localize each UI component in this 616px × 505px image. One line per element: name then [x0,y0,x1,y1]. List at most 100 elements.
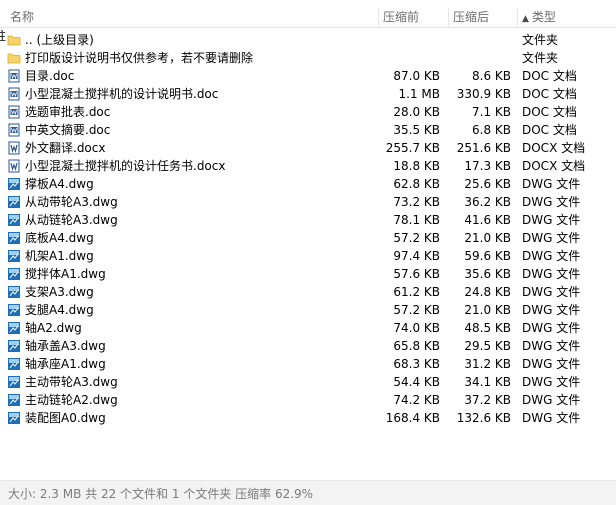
file-packed-size: 54.4 KB [393,375,440,389]
file-name: 机架A1.dwg [25,249,94,263]
file-row[interactable]: 主动带轮A3.dwg 54.4 KB 34.1 KB DWG 文件 [0,373,616,391]
file-name: 小型混凝土搅拌机的设计说明书.doc [25,87,219,101]
file-packed-size: 61.2 KB [393,285,440,299]
file-name: 搅拌体A1.dwg [25,267,106,281]
file-row[interactable]: .. (上级目录) 文件夹 [0,31,616,49]
file-packed-size: 68.3 KB [393,357,440,371]
file-packed-size: 57.2 KB [393,303,440,317]
file-name: 小型混凝土搅拌机的设计任务书.docx [25,159,226,173]
column-header-bar: 名称 压缩前 压缩后 ▲ 类型 [0,8,616,28]
doc-icon [7,87,21,101]
dwg-icon [7,321,21,335]
file-row[interactable]: 打印版设计说明书仅供参考，若不要请删除 文件夹 [0,49,616,67]
file-type: DWG 文件 [522,249,581,263]
file-row[interactable]: 外文翻译.docx 255.7 KB 251.6 KB DOCX 文档 [0,139,616,157]
file-name: 轴A2.dwg [25,321,82,335]
column-header-type[interactable]: ▲ 类型 [517,8,616,27]
file-name: 从动链轮A3.dwg [25,213,118,227]
file-row[interactable]: 轴承座A1.dwg 68.3 KB 31.2 KB DWG 文件 [0,355,616,373]
file-row[interactable]: 选题审批表.doc 28.0 KB 7.1 KB DOC 文档 [0,103,616,121]
file-row[interactable]: 撑板A4.dwg 62.8 KB 25.6 KB DWG 文件 [0,175,616,193]
sort-ascending-icon: ▲ [522,14,529,24]
file-packed-size: 18.8 KB [393,159,440,173]
file-packed-size: 78.1 KB [393,213,440,227]
file-type: DOCX 文档 [522,159,586,173]
file-original-size: 59.6 KB [464,249,511,263]
doc-icon [7,123,21,137]
file-name: 打印版设计说明书仅供参考，若不要请删除 [25,51,254,65]
column-header-original[interactable]: 压缩后 [448,8,517,27]
status-text: 大小: 2.3 MB 共 22 个文件和 1 个文件夹 压缩率 62.9% [8,487,314,501]
file-packed-size: 87.0 KB [393,69,440,83]
file-name: 装配图A0.dwg [25,411,106,425]
file-row[interactable]: 支架A3.dwg 61.2 KB 24.8 KB DWG 文件 [0,283,616,301]
file-packed-size: 57.2 KB [393,231,440,245]
dwg-icon [7,195,21,209]
file-type: 文件夹 [522,51,559,65]
file-name: 主动带轮A3.dwg [25,375,118,389]
file-row[interactable]: 主动链轮A2.dwg 74.2 KB 37.2 KB DWG 文件 [0,391,616,409]
file-row[interactable]: 搅拌体A1.dwg 57.6 KB 35.6 KB DWG 文件 [0,265,616,283]
file-type: DOC 文档 [522,105,577,119]
file-name: 中英文摘要.doc [25,123,111,137]
file-list: .. (上级目录) 文件夹 打印版设计说明书仅供参考，若不要请删除 文件夹 目录.doc… [0,31,616,427]
file-type: DWG 文件 [522,411,581,425]
file-name: 支架A3.dwg [25,285,94,299]
file-row[interactable]: 轴A2.dwg 74.0 KB 48.5 KB DWG 文件 [0,319,616,337]
file-original-size: 21.0 KB [464,303,511,317]
file-row[interactable]: 中英文摘要.doc 35.5 KB 6.8 KB DOC 文档 [0,121,616,139]
file-type: DWG 文件 [522,285,581,299]
file-packed-size: 1.1 MB [398,87,440,101]
dwg-icon [7,411,21,425]
dwg-icon [7,375,21,389]
file-row[interactable]: 轴承盖A3.dwg 65.8 KB 29.5 KB DWG 文件 [0,337,616,355]
folder-icon [7,51,21,65]
file-row[interactable]: 底板A4.dwg 57.2 KB 21.0 KB DWG 文件 [0,229,616,247]
dwg-icon [7,303,21,317]
file-packed-size: 74.0 KB [393,321,440,335]
file-original-size: 36.2 KB [464,195,511,209]
file-packed-size: 35.5 KB [393,123,440,137]
file-type: DOC 文档 [522,123,577,137]
file-packed-size: 97.4 KB [393,249,440,263]
file-row[interactable]: 目录.doc 87.0 KB 8.6 KB DOC 文档 [0,67,616,85]
file-packed-size: 65.8 KB [393,339,440,353]
file-row[interactable]: 从动带轮A3.dwg 73.2 KB 36.2 KB DWG 文件 [0,193,616,211]
file-row[interactable]: 小型混凝土搅拌机的设计说明书.doc 1.1 MB 330.9 KB DOC 文档 [0,85,616,103]
file-name: .. (上级目录) [25,33,94,47]
status-bar: 大小: 2.3 MB 共 22 个文件和 1 个文件夹 压缩率 62.9% [0,480,616,505]
file-type: DWG 文件 [522,231,581,245]
dwg-icon [7,357,21,371]
file-original-size: 7.1 KB [472,105,511,119]
file-type: DOC 文档 [522,69,577,83]
file-row[interactable]: 机架A1.dwg 97.4 KB 59.6 KB DWG 文件 [0,247,616,265]
dwg-icon [7,249,21,263]
file-original-size: 35.6 KB [464,267,511,281]
file-packed-size: 28.0 KB [393,105,440,119]
file-type: DWG 文件 [522,177,581,191]
file-original-size: 21.0 KB [464,231,511,245]
file-name: 轴承座A1.dwg [25,357,106,371]
dwg-icon [7,339,21,353]
file-packed-size: 168.4 KB [385,411,440,425]
archive-window: 驻 名称 压缩前 压缩后 ▲类型 .. (上级目录)文件夹打印版设计说明书仅供参… [0,0,616,505]
column-header-packed[interactable]: 压缩前 [378,8,448,27]
column-header-name[interactable]: 名称 [6,8,378,27]
file-row[interactable]: 装配图A0.dwg 168.4 KB 132.6 KB DWG 文件 [0,409,616,427]
file-type: DOCX 文档 [522,141,586,155]
file-type: DWG 文件 [522,357,581,371]
file-original-size: 330.9 KB [456,87,511,101]
doc-icon [7,69,21,83]
file-original-size: 251.6 KB [456,141,511,155]
file-row[interactable]: 支腿A4.dwg 57.2 KB 21.0 KB DWG 文件 [0,301,616,319]
file-name: 轴承盖A3.dwg [25,339,106,353]
file-original-size: 48.5 KB [464,321,511,335]
file-row[interactable]: 从动链轮A3.dwg 78.1 KB 41.6 KB DWG 文件 [0,211,616,229]
dwg-icon [7,393,21,407]
file-packed-size: 74.2 KB [393,393,440,407]
docx-icon [7,159,21,173]
file-name: 撑板A4.dwg [25,177,94,191]
dwg-icon [7,267,21,281]
file-name: 从动带轮A3.dwg [25,195,118,209]
file-row[interactable]: 小型混凝土搅拌机的设计任务书.docx 18.8 KB 17.3 KB DOCX 文档 [0,157,616,175]
